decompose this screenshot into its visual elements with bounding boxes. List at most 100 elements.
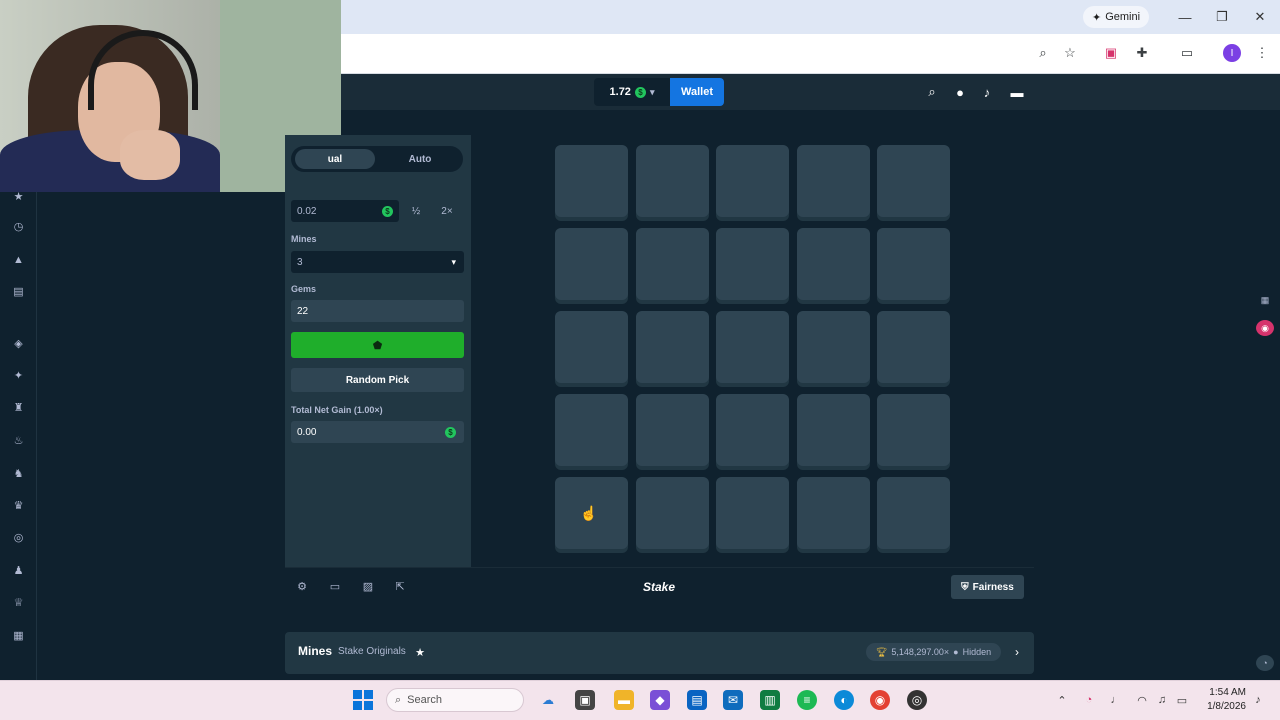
bet-button[interactable]: ⬟ (291, 332, 464, 358)
store-icon[interactable]: ▤ (687, 690, 707, 710)
translate-extension-icon[interactable]: ▣ (1101, 44, 1121, 62)
sidebar-exclusives-icon[interactable]: ♛ (10, 497, 27, 514)
copilot-icon[interactable]: ◆ (650, 690, 670, 710)
mine-tile[interactable] (636, 145, 709, 217)
sidebar-live-icon[interactable]: ♨ (10, 432, 27, 449)
wallet-button[interactable]: Wallet (670, 78, 724, 106)
sidebar-vip-icon[interactable]: ♕ (10, 594, 27, 611)
sidebar-roulette-icon[interactable]: ◎ (10, 529, 27, 546)
volume-icon[interactable]: ♫ (1154, 692, 1170, 708)
mines-select[interactable]: 3 ▾ (291, 251, 464, 273)
settings-gear-icon[interactable]: ⚙ (295, 579, 309, 593)
sidebar-new-icon[interactable]: ✦ (10, 367, 27, 384)
mine-tile[interactable] (797, 477, 870, 549)
mine-tile[interactable] (716, 145, 789, 217)
mine-tile[interactable] (636, 394, 709, 466)
extensions-icon[interactable]: ✚ (1132, 44, 1152, 62)
mine-tile[interactable] (877, 311, 950, 383)
favourite-star-icon[interactable]: ★ (413, 645, 427, 659)
sidebar-game-shows-icon[interactable]: ♞ (10, 465, 27, 482)
mine-tile[interactable] (555, 228, 628, 300)
notifications-bell-icon[interactable]: ♪ (978, 83, 996, 101)
mine-tile[interactable] (555, 145, 628, 217)
mine-tile[interactable] (716, 311, 789, 383)
taskbar-search[interactable]: ⌕ Search (386, 688, 524, 712)
popout-icon[interactable]: ⇱ (393, 579, 407, 593)
start-button[interactable] (353, 690, 373, 710)
mine-tile[interactable] (877, 394, 950, 466)
sidebar-originals-icon[interactable]: ◈ (10, 335, 27, 352)
mine-tile[interactable] (797, 145, 870, 217)
sidebar-slots-icon[interactable]: ♜ (10, 399, 27, 416)
bet-amount-field[interactable]: 0.02 $ (291, 200, 399, 222)
gems-field: 22 (291, 300, 464, 322)
half-bet-button[interactable]: ½ (402, 200, 430, 222)
mine-tile[interactable] (797, 228, 870, 300)
profile-avatar[interactable]: I (1223, 44, 1241, 62)
mine-tile[interactable] (716, 477, 789, 549)
show-hidden-icons[interactable]: ⌃ (1054, 692, 1070, 708)
sidebar-bets-icon[interactable]: ▤ (10, 283, 27, 300)
notification-center-icon[interactable]: ♪ (1250, 692, 1266, 708)
taskbar-clock[interactable]: 1:54 AM 1/8/2026 (1200, 686, 1246, 714)
stats-chart-icon[interactable]: ▨ (361, 579, 375, 593)
side-panel-icon[interactable]: ▦ (1256, 292, 1274, 308)
battery-icon[interactable]: ▭ (1174, 692, 1190, 708)
mine-tile[interactable] (877, 477, 950, 549)
tab-manual[interactable]: ual (295, 149, 375, 169)
double-bet-button[interactable]: 2× (433, 200, 461, 222)
obs-icon[interactable]: ◎ (907, 690, 927, 710)
tray-app-icon[interactable]: ◔ (1081, 692, 1097, 708)
mine-tile[interactable] (797, 311, 870, 383)
close-window-button[interactable]: ✕ (1249, 8, 1271, 26)
translate-floating-icon[interactable]: ◉ (1256, 320, 1274, 336)
mine-tile[interactable] (877, 228, 950, 300)
fairness-label: Fairness (972, 581, 1014, 593)
browser-menu-icon[interactable]: ⋮ (1252, 44, 1272, 62)
spotify-icon[interactable]: ≡ (797, 690, 817, 710)
chat-icon[interactable]: ▬ (1008, 83, 1026, 101)
mine-tile[interactable] (636, 477, 709, 549)
restore-button[interactable]: ❐ (1211, 8, 1233, 26)
wagered-badge[interactable]: 🏆︎ 5,148,297.00× ● Hidden (866, 643, 1001, 661)
mine-tile[interactable] (797, 394, 870, 466)
chrome-icon[interactable]: ◉ (870, 690, 890, 710)
mine-tile[interactable] (555, 311, 628, 383)
bookmark-star-icon[interactable]: ☆ (1060, 44, 1080, 62)
sidebar-promotions-icon[interactable]: ♟ (10, 562, 27, 579)
sidebar-all-games-icon[interactable]: ▦ (10, 627, 27, 644)
game-provider[interactable]: Stake Originals (338, 646, 406, 657)
stake-logo: Stake (642, 580, 676, 594)
tab-auto[interactable]: Auto (380, 149, 460, 169)
minimize-button[interactable]: — (1174, 8, 1196, 26)
chevron-right-icon[interactable]: › (1011, 645, 1023, 659)
clock-time: 1:54 AM (1209, 687, 1246, 698)
mine-tile[interactable] (555, 394, 628, 466)
wifi-icon[interactable]: ◠ (1134, 692, 1150, 708)
balance-selector[interactable]: 1.72 $ ▾ (594, 78, 670, 106)
gemini-button[interactable]: ✦ Gemini (1083, 6, 1149, 28)
fairness-button[interactable]: ⛨ Fairness (951, 575, 1024, 599)
mine-tile[interactable] (636, 311, 709, 383)
sidebar-favourites-icon[interactable]: ★ (10, 188, 27, 205)
edge-icon[interactable]: ◐ (834, 690, 854, 710)
microphone-icon[interactable]: ♩ (1108, 692, 1124, 708)
tab-search-icon[interactable]: ▭ (1177, 44, 1197, 62)
weather-app-icon[interactable]: ☁ (538, 690, 558, 710)
user-icon[interactable]: ● (951, 83, 969, 101)
mine-tile[interactable] (877, 145, 950, 217)
zoom-icon[interactable]: ⌕ (1033, 44, 1053, 62)
sidebar-challenges-icon[interactable]: ▲ (10, 251, 27, 268)
file-explorer-icon[interactable]: ▬ (614, 690, 634, 710)
search-icon[interactable]: ⌕ (923, 83, 941, 101)
task-view-icon[interactable]: ▣ (575, 690, 595, 710)
theatre-mode-icon[interactable]: ▭ (328, 579, 342, 593)
excel-icon[interactable]: ▥ (760, 690, 780, 710)
mine-tile[interactable] (716, 394, 789, 466)
sidebar-recent-icon[interactable]: ◷ (10, 218, 27, 235)
support-headset-icon[interactable]: ◔ (1256, 655, 1274, 671)
outlook-icon[interactable]: ✉ (723, 690, 743, 710)
mine-tile[interactable] (716, 228, 789, 300)
random-pick-button[interactable]: Random Pick (291, 368, 464, 392)
mine-tile[interactable] (636, 228, 709, 300)
